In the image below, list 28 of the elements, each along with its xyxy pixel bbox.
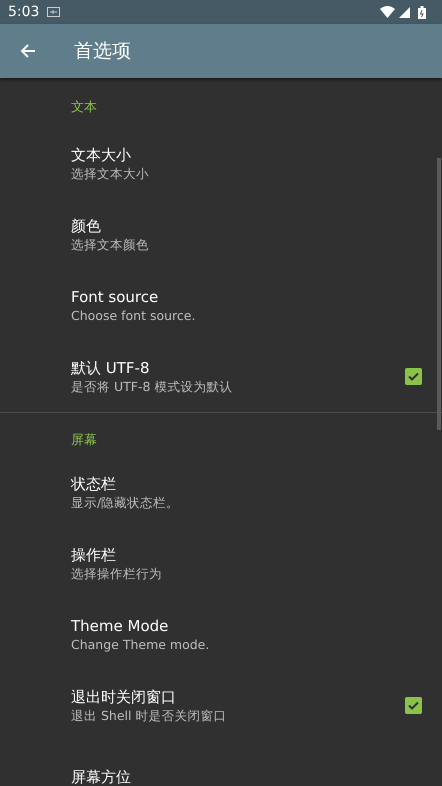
preference-summary: 退出 Shell 时是否关闭窗口 xyxy=(71,707,228,724)
preference-title[interactable]: 默认 UTF-8 xyxy=(71,358,405,378)
back-arrow-icon[interactable] xyxy=(20,43,36,59)
preference-title[interactable]: 状态栏 xyxy=(71,474,422,494)
section-header: 屏幕 xyxy=(71,433,97,448)
preference-title[interactable]: 退出时关闭窗口 xyxy=(71,687,405,707)
checkbox[interactable] xyxy=(405,368,422,385)
toolbar-title: 首选项 xyxy=(74,38,131,64)
section-header: 文本 xyxy=(71,100,97,115)
wifi-icon xyxy=(380,6,395,18)
preference-title[interactable]: Font source xyxy=(71,287,422,307)
screen-icon xyxy=(47,7,60,17)
preference-summary: Change Theme mode. xyxy=(71,636,210,653)
preference-summary: 选择操作栏行为 xyxy=(71,565,163,582)
preference-title[interactable]: 文本大小 xyxy=(71,145,422,165)
preference-summary: 显示/隐藏状态栏。 xyxy=(71,494,180,511)
preference-summary: 是否将 UTF-8 模式设为默认 xyxy=(71,378,234,395)
checkbox[interactable] xyxy=(405,697,422,714)
preference-summary: Choose font source. xyxy=(71,307,196,324)
preference-title[interactable]: 操作栏 xyxy=(71,545,422,565)
preference-title[interactable]: Theme Mode xyxy=(71,616,422,636)
signal-icon xyxy=(399,6,410,18)
preference-summary: 选择文本大小 xyxy=(71,165,150,182)
preference-title[interactable]: 颜色 xyxy=(71,216,422,236)
battery-icon xyxy=(418,6,426,18)
time: 5:03 xyxy=(8,2,40,22)
preference-summary: 选择文本颜色 xyxy=(71,236,150,253)
preference-title[interactable]: 屏幕方位 xyxy=(71,766,422,786)
